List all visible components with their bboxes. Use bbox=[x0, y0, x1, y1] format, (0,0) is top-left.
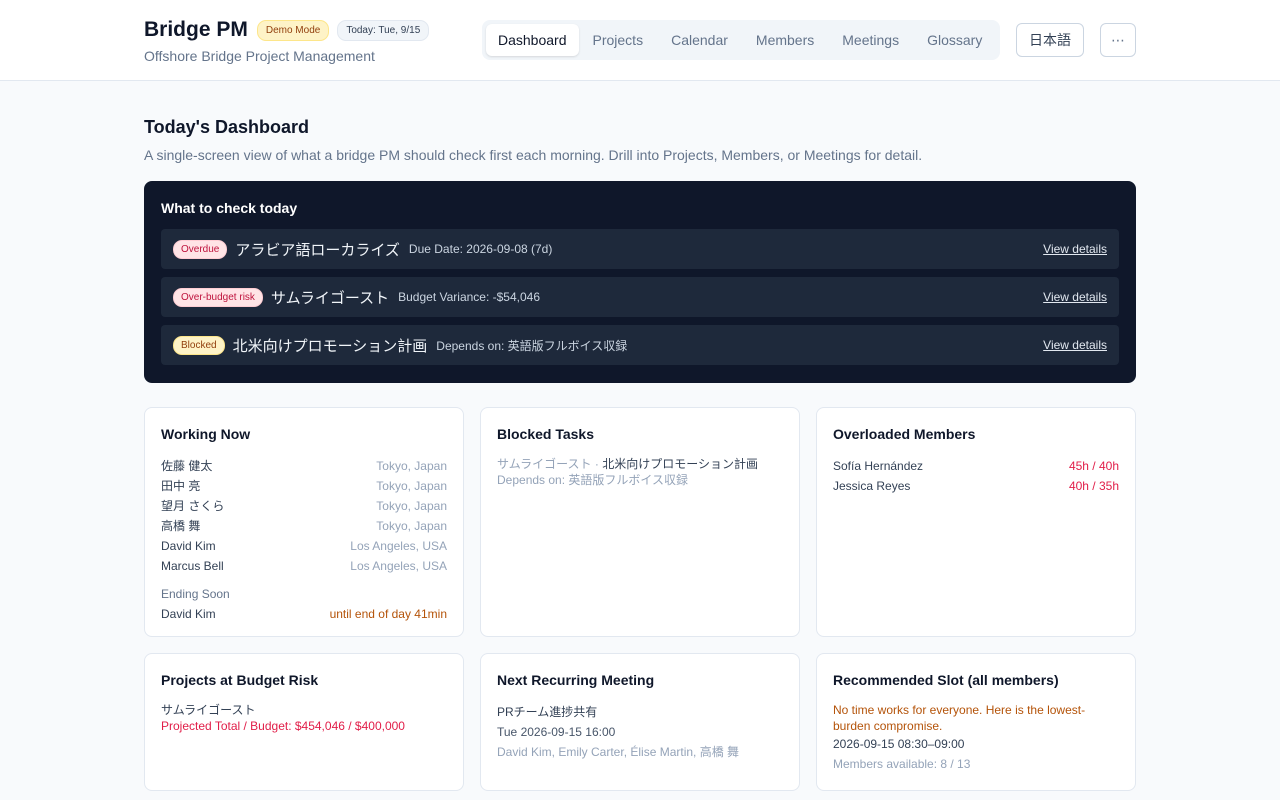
recommended-slot-card: Recommended Slot (all members) No time w… bbox=[816, 653, 1136, 791]
check-item-detail: Budget Variance: -$54,046 bbox=[398, 290, 541, 304]
member-name: 佐藤 健太 bbox=[161, 459, 213, 473]
member-location: Tokyo, Japan bbox=[376, 459, 447, 473]
member-hours: 45h / 40h bbox=[1068, 459, 1119, 473]
list-item: 望月 さくら Tokyo, Japan bbox=[161, 496, 447, 516]
card-title: Projects at Budget Risk bbox=[161, 672, 319, 688]
view-details-link[interactable]: View details bbox=[1043, 338, 1107, 352]
list-item: Jessica Reyes 40h / 35h bbox=[833, 476, 1119, 496]
meeting-attendees: David Kim, Emily Carter, Élise Martin, 高… bbox=[497, 745, 740, 759]
member-name: Jessica Reyes bbox=[833, 479, 911, 493]
slot-time: 2026-09-15 08:30–09:00 bbox=[833, 737, 965, 751]
blocked-dependency: Depends on: 英語版フルボイス収録 bbox=[497, 473, 689, 487]
brand: Bridge PM Demo Mode Today: Tue, 9/15 Off… bbox=[144, 18, 430, 64]
check-today-panel: What to check today Overdue アラビア語ローカライズ … bbox=[144, 181, 1136, 383]
list-item: 佐藤 健太 Tokyo, Japan bbox=[161, 456, 447, 476]
check-item-over-budget: Over-budget risk サムライゴースト Budget Varianc… bbox=[161, 277, 1119, 317]
member-name: Marcus Bell bbox=[161, 559, 224, 573]
check-item-detail: Due Date: 2026-09-08 (7d) bbox=[408, 242, 553, 256]
check-item-detail: Depends on: 英語版フルボイス収録 bbox=[436, 338, 628, 353]
next-meeting-card: Next Recurring Meeting PRチーム進捗共有 Tue 202… bbox=[480, 653, 800, 791]
language-button[interactable]: 日本語 bbox=[1016, 23, 1084, 57]
tab-members[interactable]: Members bbox=[742, 24, 828, 56]
budget-detail: Projected Total / Budget: $454,046 / $40… bbox=[161, 719, 405, 733]
card-title: Overloaded Members bbox=[833, 426, 976, 442]
budget-project-name: サムライゴースト bbox=[161, 703, 256, 717]
list-item: 高橋 舞 Tokyo, Japan bbox=[161, 516, 447, 536]
blocked-tasks-card: Blocked Tasks サムライゴースト · 北米向けプロモーション計画 D… bbox=[480, 407, 800, 637]
check-item-name: 北米向けプロモーション計画 bbox=[232, 337, 428, 355]
blocked-project: サムライゴースト bbox=[497, 457, 592, 471]
blocked-badge: Blocked bbox=[173, 335, 225, 355]
separator: · bbox=[591, 457, 603, 471]
tab-calendar[interactable]: Calendar bbox=[657, 24, 742, 56]
list-item: サムライゴースト · 北米向けプロモーション計画 bbox=[497, 456, 783, 472]
tab-dashboard[interactable]: Dashboard bbox=[486, 24, 579, 56]
list-item: 田中 亮 Tokyo, Japan bbox=[161, 476, 447, 496]
member-name: Sofía Hernández bbox=[833, 459, 924, 473]
member-location: Tokyo, Japan bbox=[376, 499, 447, 513]
over-budget-badge: Over-budget risk bbox=[173, 287, 263, 307]
card-title: Working Now bbox=[161, 426, 251, 442]
member-name: David Kim bbox=[161, 607, 216, 621]
working-now-card: Working Now 佐藤 健太 Tokyo, Japan 田中 亮 Tokyo,… bbox=[144, 407, 464, 637]
ending-soon-label: Ending Soon bbox=[161, 587, 230, 601]
tab-meetings[interactable]: Meetings bbox=[828, 24, 913, 56]
card-title: Next Recurring Meeting bbox=[497, 672, 655, 688]
member-location: Los Angeles, USA bbox=[350, 559, 447, 573]
check-item-blocked: Blocked 北米向けプロモーション計画 Depends on: 英語版フルボ… bbox=[161, 325, 1119, 365]
page-title: Today's Dashboard bbox=[144, 117, 309, 137]
slot-note: No time works for everyone. Here is the … bbox=[833, 703, 1086, 733]
member-name: 高橋 舞 bbox=[161, 519, 201, 533]
member-hours: 40h / 35h bbox=[1068, 479, 1119, 493]
demo-mode-badge: Demo Mode bbox=[256, 19, 330, 41]
view-details-link[interactable]: View details bbox=[1043, 242, 1107, 256]
meeting-time: Tue 2026-09-15 16:00 bbox=[497, 725, 616, 739]
app-header: Bridge PM Demo Mode Today: Tue, 9/15 Off… bbox=[0, 0, 1280, 81]
blocked-task-name: 北米向けプロモーション計画 bbox=[602, 457, 758, 471]
check-item-overdue: Overdue アラビア語ローカライズ Due Date: 2026-09-08… bbox=[161, 229, 1119, 269]
member-name: 望月 さくら bbox=[161, 499, 225, 513]
page-description: A single-screen view of what a bridge PM… bbox=[144, 147, 923, 163]
overdue-badge: Overdue bbox=[173, 239, 228, 259]
tab-glossary[interactable]: Glossary bbox=[913, 24, 996, 56]
member-name: David Kim bbox=[161, 539, 216, 553]
card-title: Blocked Tasks bbox=[497, 426, 595, 442]
card-title: Recommended Slot (all members) bbox=[833, 672, 1059, 688]
more-icon: ⋯ bbox=[1111, 31, 1125, 48]
check-today-title: What to check today bbox=[161, 200, 298, 216]
list-item: David Kim until end of day 41min bbox=[161, 604, 447, 624]
member-name: 田中 亮 bbox=[161, 479, 201, 493]
check-item-name: アラビア語ローカライズ bbox=[235, 241, 400, 259]
more-menu-button[interactable]: ⋯ bbox=[1100, 23, 1136, 57]
member-location: Los Angeles, USA bbox=[350, 539, 447, 553]
main-nav: Dashboard Projects Calendar Members Meet… bbox=[482, 20, 1001, 60]
member-location: Tokyo, Japan bbox=[376, 479, 447, 493]
slot-availability: Members available: 8 / 13 bbox=[833, 757, 971, 771]
check-item-name: サムライゴースト bbox=[270, 289, 390, 307]
today-badge: Today: Tue, 9/15 bbox=[337, 19, 430, 41]
list-item: Sofía Hernández 45h / 40h bbox=[833, 456, 1119, 476]
ending-time: until end of day 41min bbox=[329, 607, 447, 621]
member-location: Tokyo, Japan bbox=[376, 519, 447, 533]
budget-risk-card: Projects at Budget Risk サムライゴースト Project… bbox=[144, 653, 464, 791]
tab-projects[interactable]: Projects bbox=[579, 24, 658, 56]
meeting-name: PRチーム進捗共有 bbox=[497, 705, 598, 719]
overloaded-members-card: Overloaded Members Sofía Hernández 45h / … bbox=[816, 407, 1136, 637]
app-subtitle: Offshore Bridge Project Management bbox=[144, 48, 375, 64]
list-item: Marcus Bell Los Angeles, USA bbox=[161, 556, 447, 576]
app-title: Bridge PM bbox=[144, 18, 248, 41]
list-item: David Kim Los Angeles, USA bbox=[161, 536, 447, 556]
view-details-link[interactable]: View details bbox=[1043, 290, 1107, 304]
